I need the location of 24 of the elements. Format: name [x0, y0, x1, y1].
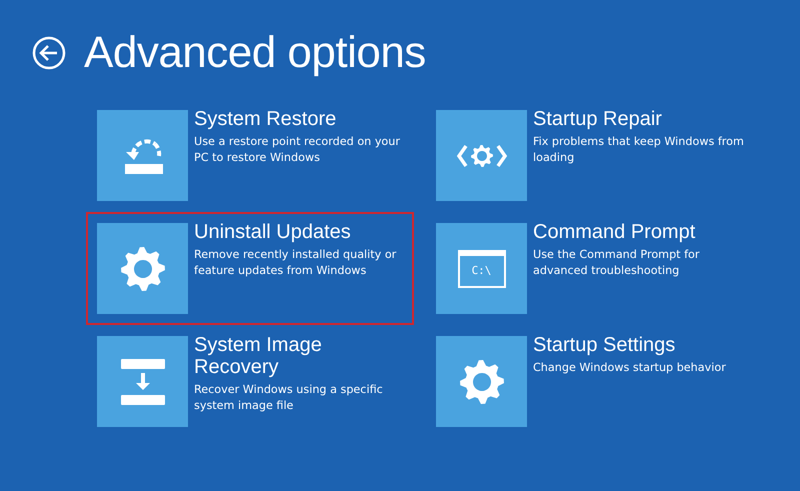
option-item[interactable]: Uninstall Updates Remove recently installed quality or feature updates from Windows: [86, 212, 414, 325]
option-description: Use a restore point recorded on your PC to restore Windows: [194, 134, 401, 166]
option-description: Remove recently installed quality or feature updates from Windows: [194, 247, 398, 279]
page-title: Advanced options: [84, 28, 426, 78]
option-item[interactable]: System Restore Use a restore point recorded on your PC to restore Windows: [86, 99, 414, 212]
option-title: System Restore: [194, 108, 338, 130]
option-title: Startup Repair: [533, 108, 663, 130]
option-title: Startup Settings: [533, 334, 676, 356]
option-title: Uninstall Updates: [194, 221, 352, 243]
option-item[interactable]: System Image Recovery Recover Windows using a specific system image file: [86, 325, 414, 438]
option-title: Command Prompt: [533, 221, 696, 243]
back-button[interactable]: [32, 36, 66, 70]
option-description: Change Windows startup behavior: [533, 360, 726, 376]
option-description: Recover Windows using a specific system image file: [194, 382, 384, 414]
gear-icon: [460, 360, 504, 404]
option-item[interactable]: C:\ Command Prompt Use the Command Prompt for advanced troubleshooting: [425, 212, 765, 325]
option-item[interactable]: Startup Settings Change Windows startup behavior: [425, 325, 765, 438]
option-item[interactable]: Startup Repair Fix problems that keep Windows from loading: [425, 99, 765, 212]
command-prompt-icon: C:\: [458, 250, 506, 288]
option-title: System Image Recovery: [194, 334, 323, 378]
option-description: Fix problems that keep Windows from loading: [533, 134, 745, 166]
drive-download-icon: [118, 358, 166, 404]
gear-icon: [120, 246, 164, 290]
option-description: Use the Command Prompt for advanced troubleshooting: [533, 247, 701, 279]
